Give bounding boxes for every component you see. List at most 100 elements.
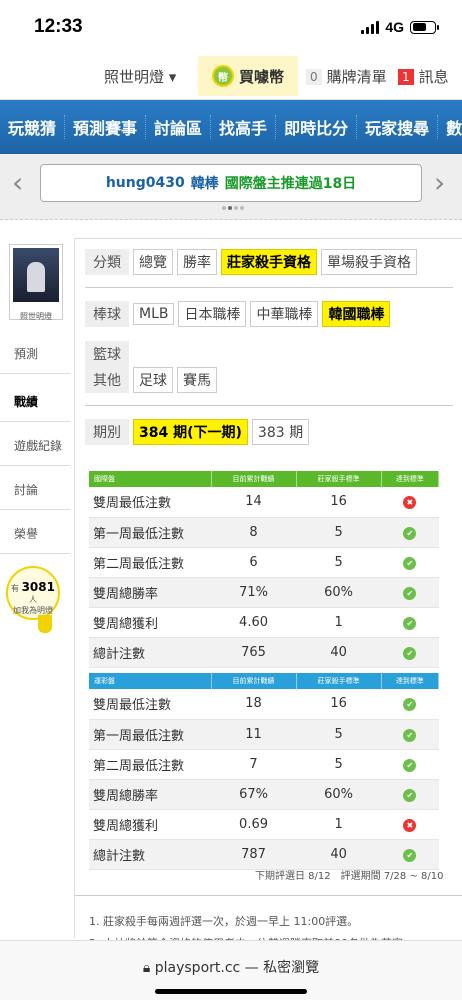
table-row: 雙周總勝率 67% 60% ✔	[89, 779, 439, 810]
check-icon: ✔	[403, 616, 417, 630]
filter-win-rate[interactable]: 勝率	[177, 249, 217, 275]
check-icon: ✔	[403, 586, 417, 600]
international-table: 國際盤 目前累計戰績 莊家殺手標準 達到標準 雙周最低注數 14 16 ✖ 第一周最低注…	[89, 471, 440, 668]
fans-count: 3081	[21, 580, 55, 594]
check-icon: ✔	[403, 758, 417, 772]
message-count-badge: 1	[398, 68, 414, 85]
record-panel: 分類 總覽 勝率 莊家殺手資格 單場殺手資格 棒球 MLB 日本職棒 中華職棒 …	[74, 238, 462, 945]
cell-standard: 16	[296, 487, 382, 518]
home-indicator	[155, 989, 307, 994]
cell-label: 第二周最低注數	[89, 749, 211, 780]
filter-mlb[interactable]: MLB	[133, 303, 175, 325]
other-filter: 其他 足球 賽馬	[85, 367, 217, 393]
buy-coin-button[interactable]: 幣 買噱幣	[198, 56, 298, 96]
status-time: 12:33	[34, 16, 83, 37]
cell-label: 雙周總獲利	[89, 809, 211, 840]
cell-current: 765	[211, 637, 297, 668]
nav-item-forum[interactable]: 討論區	[146, 115, 212, 139]
table-row: 雙周最低注數 18 16 ✔	[89, 689, 439, 720]
sidebar-item-honor[interactable]: 榮譽	[0, 514, 70, 554]
filter-cpbl[interactable]: 中華職棒	[250, 301, 319, 327]
cell-standard: 60%	[296, 779, 382, 810]
cell-current: 11	[211, 719, 297, 750]
period-filter: 期別 384 期(下一期) 383 期	[85, 419, 310, 445]
period-info: 下期評選日 8/12 評選期間 7/28 ~ 8/10	[255, 871, 444, 882]
cell-standard: 5	[296, 719, 382, 750]
cell-label: 總計注數	[89, 637, 211, 668]
cell-current: 8	[211, 517, 297, 548]
lottery-table: 運彩盤 目前累計戰績 莊家殺手標準 達到標準 雙周最低注數 18 16 ✔ 第一周最低注…	[89, 673, 440, 870]
filter-soccer[interactable]: 足球	[133, 367, 173, 393]
chevron-right-icon[interactable]: ›	[434, 166, 445, 199]
lightbulb-icon	[38, 615, 52, 633]
check-icon: ✔	[403, 698, 417, 712]
category-filter: 分類 總覽 勝率 莊家殺手資格 單場殺手資格	[85, 249, 417, 275]
cell-current: 71%	[211, 577, 297, 608]
table-row: 雙周總勝率 71% 60% ✔	[89, 577, 439, 608]
cart-button[interactable]: 0 購牌清單	[306, 66, 387, 87]
cell-label: 雙周總獲利	[89, 607, 211, 638]
filter-banker-killer[interactable]: 莊家殺手資格	[221, 249, 317, 275]
filter-kbo[interactable]: 韓國職棒	[322, 301, 391, 327]
cell-current: 0.69	[211, 809, 297, 840]
check-icon: ✔	[403, 646, 417, 660]
cell-current: 7	[211, 749, 297, 780]
cell-current: 18	[211, 689, 297, 720]
cell-label: 總計注數	[89, 839, 211, 870]
url-text: playsport.cc — 私密瀏覽	[154, 960, 320, 976]
cell-standard: 16	[296, 689, 382, 720]
filter-overview[interactable]: 總覽	[133, 249, 173, 275]
check-icon: ✔	[403, 728, 417, 742]
table-row: 第二周最低注數 7 5 ✔	[89, 749, 439, 780]
period-383[interactable]: 383 期	[251, 419, 310, 445]
nav-item-experts[interactable]: 找高手	[211, 115, 277, 139]
cross-icon: ✖	[403, 818, 417, 832]
sidebar-item-record[interactable]: 戰績	[0, 382, 70, 422]
top-bar: 照世明燈 ▾ 幣 買噱幣 0 購牌清單 1 訊息	[0, 52, 462, 100]
cell-label: 第二周最低注數	[89, 547, 211, 578]
filter-horse[interactable]: 賽馬	[177, 367, 217, 393]
cell-standard: 5	[296, 749, 382, 780]
nav-item-data[interactable]: 數據	[438, 115, 462, 139]
cell-standard: 40	[296, 637, 382, 668]
fans-bulb[interactable]: 有 3081 人 加我為明燈	[6, 566, 60, 620]
chevron-left-icon[interactable]: ‹	[12, 166, 23, 199]
messages-button[interactable]: 1 訊息	[398, 66, 449, 87]
nav-item-live-score[interactable]: 即時比分	[276, 115, 358, 139]
cell-standard: 5	[296, 547, 382, 578]
signal-icon	[361, 20, 380, 34]
nav-item-player-search[interactable]: 玩家搜尋	[357, 115, 439, 139]
filter-single-killer[interactable]: 單場殺手資格	[321, 249, 417, 275]
network-label: 4G	[385, 19, 404, 35]
cell-current: 6	[211, 547, 297, 578]
cell-current: 14	[211, 487, 297, 518]
table-row: 總計注數 787 40 ✔	[89, 839, 439, 870]
browser-url-bar[interactable]: 🔒︎ playsport.cc — 私密瀏覽	[0, 940, 462, 1000]
cross-icon: ✖	[403, 496, 417, 510]
cell-standard: 1	[296, 607, 382, 638]
filter-npb[interactable]: 日本職棒	[178, 301, 247, 327]
sidebar-item-predict[interactable]: 預測	[0, 334, 70, 374]
cell-current: 4.60	[211, 607, 297, 638]
sidebar-item-game-history[interactable]: 遊戲紀錄	[0, 426, 70, 466]
ticker-message[interactable]: hung0430 韓棒 國際盤主推連過18日	[40, 164, 422, 202]
table-row: 第一周最低注數 8 5 ✔	[89, 517, 439, 548]
table-row: 第二周最低注數 6 5 ✔	[89, 547, 439, 578]
sidebar-item-discussion[interactable]: 討論	[0, 470, 70, 510]
cell-label: 雙周總勝率	[89, 779, 211, 810]
check-icon: ✔	[403, 556, 417, 570]
avatar-username: 照世明燈	[20, 312, 52, 321]
main-nav: 玩競猜 預測賽事 討論區 找高手 即時比分 玩家搜尋 數據	[0, 100, 462, 154]
cell-standard: 1	[296, 809, 382, 840]
period-384[interactable]: 384 期(下一期)	[133, 419, 248, 445]
avatar[interactable]: 照世明燈	[9, 244, 63, 321]
basketball-filter: 籃球	[85, 341, 129, 367]
cell-standard: 5	[296, 517, 382, 548]
nav-item-predict[interactable]: 預測賽事	[65, 115, 147, 139]
user-menu[interactable]: 照世明燈 ▾	[104, 66, 176, 87]
table-row: 雙周總獲利 4.60 1 ✔	[89, 607, 439, 638]
battery-icon	[410, 20, 439, 34]
status-bar: 12:33 4G	[0, 0, 462, 52]
nav-item-guess[interactable]: 玩競猜	[0, 115, 66, 139]
table-row: 第一周最低注數 11 5 ✔	[89, 719, 439, 750]
